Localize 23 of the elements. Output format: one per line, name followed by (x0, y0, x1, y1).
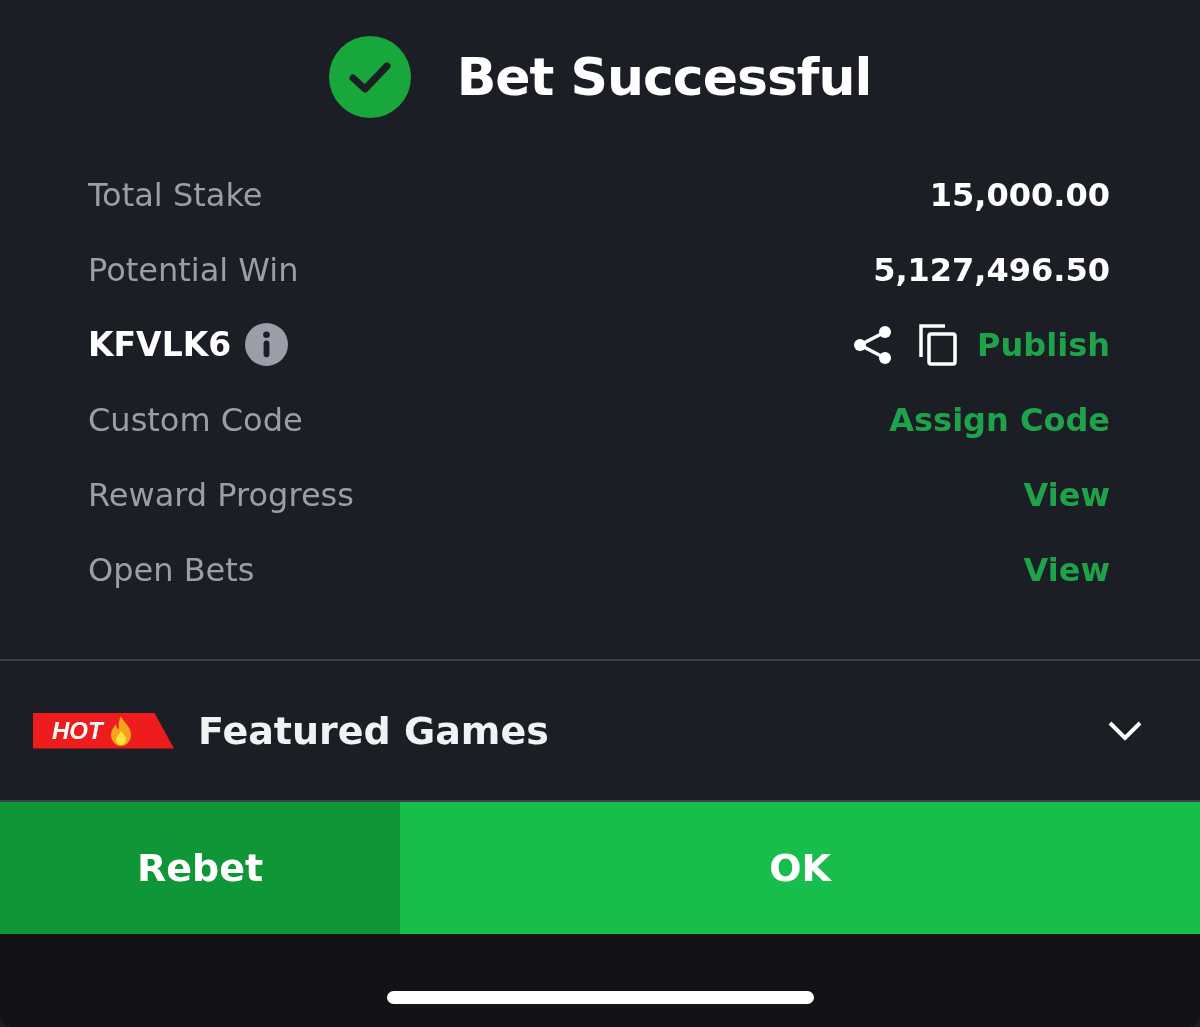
featured-games-header[interactable]: HOT Featured Games (0, 661, 1200, 800)
rebet-button[interactable]: Rebet (0, 802, 400, 934)
chevron-icon[interactable] (1108, 720, 1142, 741)
check-circle-icon (328, 36, 411, 118)
row-link[interactable]: Assign Code (889, 400, 1110, 439)
row-link[interactable]: View (1023, 550, 1110, 589)
featured-games-title: Featured Games (198, 708, 549, 753)
publish-link[interactable]: Publish (977, 325, 1110, 364)
row-label: Open Bets (88, 550, 255, 589)
row-label: Total Stake (88, 175, 263, 214)
row-label: Potential Win (88, 250, 299, 289)
row-value: 15,000.00 (929, 175, 1110, 214)
dialog-title: Bet Successful (456, 46, 872, 109)
info-icon[interactable] (245, 323, 289, 366)
row-value: 5,127,496.50 (873, 250, 1110, 289)
booking-code: KFVLK6 (88, 325, 232, 364)
copy-icon[interactable] (919, 323, 958, 366)
share-icon[interactable] (853, 324, 894, 365)
row-label: Reward Progress (88, 475, 354, 514)
flame-icon (108, 715, 133, 746)
row-link[interactable]: View (1023, 475, 1110, 514)
hot-label: HOT (52, 716, 103, 745)
row-label: Custom Code (88, 400, 303, 439)
